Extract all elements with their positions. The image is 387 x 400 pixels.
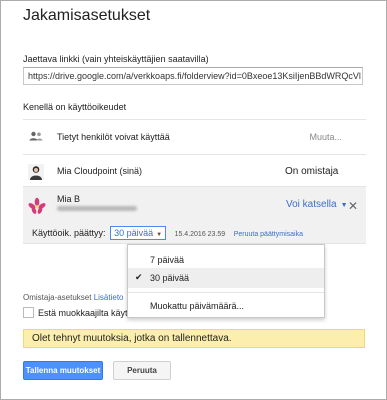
- chevron-down-icon: ▼: [156, 232, 163, 238]
- user-name: Mia B: [57, 194, 81, 204]
- share-link-field[interactable]: https://drive.google.com/a/verkkoaps.fi/…: [23, 67, 363, 85]
- owner-settings-label: Omistaja-asetukset: [23, 293, 92, 302]
- option-label: 30 päivää: [150, 273, 190, 283]
- user-avatar: [28, 197, 46, 214]
- option-label: Muokattu päivämäärä...: [150, 301, 245, 311]
- permission-dropdown[interactable]: Voi katsella ▼: [286, 199, 348, 210]
- learn-more-link[interactable]: Lisätieto: [94, 293, 124, 302]
- menu-divider: [128, 292, 324, 293]
- owner-avatar: [28, 164, 44, 180]
- dialog-title: Jakamisasetukset: [23, 7, 151, 24]
- chevron-down-icon: ▼: [340, 202, 348, 209]
- user-email-redacted: [57, 206, 137, 211]
- unsaved-changes-notice: Olet tehnyt muutoksia, jotka on tallenne…: [23, 329, 365, 348]
- owner-role: On omistaja: [285, 166, 339, 177]
- owner-settings: Omistaja-asetukset Lisätieto: [23, 293, 124, 302]
- sharing-settings-dialog: Jakamisasetukset Jaettava linkki (vain y…: [0, 0, 387, 400]
- option-label: 7 päivää: [150, 255, 185, 265]
- expiry-option-custom-date[interactable]: Muokattu päivämäärä...: [128, 296, 324, 316]
- expiry-option-7-days[interactable]: 7 päivää: [128, 250, 324, 270]
- expiry-row: Käyttöoik. päättyy: 30 päivää ▼ 15.4.2016…: [32, 226, 303, 240]
- access-row-user: Mia B Voi katsella ▼ ✕ Käyttöoik. päättyy…: [23, 186, 366, 244]
- access-row-owner: Mia Cloudpoint (sinä) On omistaja: [23, 154, 366, 186]
- expiry-date: 15.4.2016 23.59: [174, 231, 226, 238]
- cancel-expiry-link[interactable]: Peruuta päättymisaika: [234, 231, 303, 238]
- expiry-select[interactable]: 30 päivää ▼: [110, 226, 167, 240]
- expiry-label: Käyttöoik. päättyy:: [32, 228, 106, 238]
- access-row-visibility: Tietyt henkilöt voivat käyttää Muuta...: [23, 119, 366, 154]
- permission-label: Voi katsella: [286, 199, 337, 210]
- visibility-label: Tietyt henkilöt voivat käyttää: [57, 132, 170, 142]
- prevent-editors-label: Estä muokkaajilta käyttö: [38, 308, 136, 318]
- expiry-dropdown-menu: 7 päivää ✔ 30 päivää Muokattu päivämäärä…: [127, 244, 325, 318]
- checkmark-icon: ✔: [135, 272, 143, 282]
- owner-name: Mia Cloudpoint (sinä): [57, 166, 143, 176]
- expiry-value: 30 päivää: [114, 228, 154, 238]
- prevent-editors-checkbox[interactable]: [23, 307, 34, 318]
- access-label: Kenellä on käyttöoikeudet: [23, 102, 127, 112]
- prevent-editors-row: Estä muokkaajilta käyttö: [23, 307, 135, 318]
- share-link-label: Jaettava linkki (vain yhteiskäyttäjien s…: [23, 54, 209, 64]
- expiry-option-30-days[interactable]: ✔ 30 päivää: [128, 268, 324, 288]
- change-visibility-link[interactable]: Muuta...: [309, 132, 342, 142]
- cancel-button[interactable]: Peruuta: [113, 361, 171, 380]
- people-icon: [29, 131, 43, 141]
- close-icon[interactable]: ✕: [348, 199, 358, 213]
- save-button[interactable]: Tallenna muutokset: [23, 361, 103, 380]
